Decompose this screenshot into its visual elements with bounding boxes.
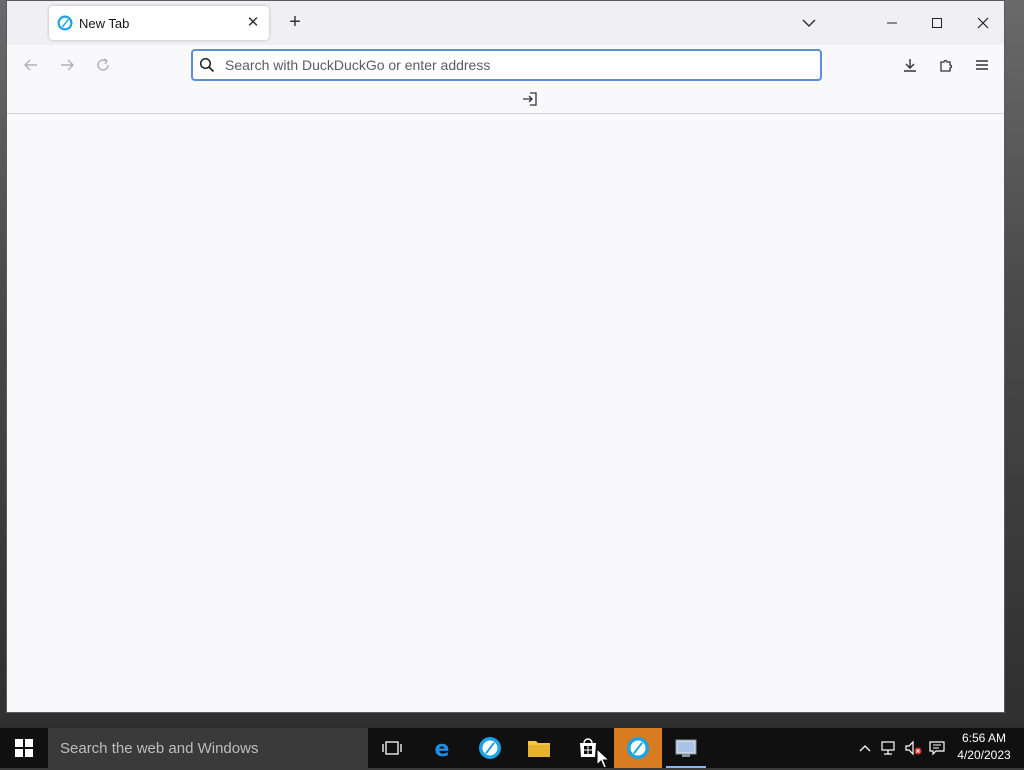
tab-list-button[interactable] <box>797 11 821 35</box>
tab-new-tab[interactable]: New Tab ✕ <box>49 6 269 40</box>
show-hidden-icons-button[interactable] <box>854 728 876 768</box>
clock-date: 4/20/2023 <box>957 748 1011 762</box>
taskbar-search-placeholder: Search the web and Windows <box>60 739 259 757</box>
action-center-button[interactable] <box>926 728 948 768</box>
taskbar: Search the web and Windows e 6:56 AM 4/2… <box>0 728 1024 768</box>
mouse-pointer-icon <box>596 748 610 769</box>
page-content <box>7 114 1004 712</box>
navigation-toolbar <box>7 45 1004 85</box>
volume-button[interactable] <box>902 728 924 768</box>
browser-active-icon <box>627 737 649 759</box>
maximize-button[interactable] <box>923 9 951 37</box>
puzzle-icon <box>940 59 953 72</box>
search-icon <box>199 57 215 73</box>
import-bookmarks-icon <box>523 92 537 106</box>
forward-button[interactable] <box>55 53 79 77</box>
reload-icon <box>97 58 109 71</box>
taskbar-search-box[interactable]: Search the web and Windows <box>48 728 368 768</box>
url-input[interactable] <box>223 56 820 74</box>
taskbar-clock[interactable]: 6:56 AM 4/20/2023 <box>952 730 1016 766</box>
extensions-button[interactable] <box>934 53 958 77</box>
network-button[interactable] <box>878 728 900 768</box>
close-icon <box>977 17 989 29</box>
arrow-left-icon <box>24 59 37 71</box>
edge-icon: e <box>435 737 450 760</box>
arrow-right-icon <box>61 59 74 71</box>
minimize-icon <box>887 22 897 24</box>
taskbar-edge[interactable]: e <box>418 728 466 768</box>
back-button[interactable] <box>19 53 43 77</box>
menu-button[interactable] <box>970 53 994 77</box>
file-explorer-icon <box>528 741 550 757</box>
minimize-button[interactable] <box>878 9 906 37</box>
tab-title: New Tab <box>79 15 130 31</box>
close-window-button[interactable] <box>969 9 997 37</box>
new-tab-button[interactable]: + <box>283 11 307 35</box>
browser-window: New Tab ✕ + <box>6 0 1005 713</box>
reload-button[interactable] <box>91 53 115 77</box>
download-icon <box>904 59 916 72</box>
import-bookmarks-button[interactable] <box>521 90 539 108</box>
hamburger-menu-icon <box>976 60 988 70</box>
volume-muted-icon <box>905 740 922 756</box>
close-tab-icon[interactable]: ✕ <box>245 15 261 31</box>
control-panel-icon <box>675 739 697 757</box>
browser-icon <box>479 737 501 759</box>
taskbar-browser[interactable] <box>466 728 514 768</box>
taskbar-control-panel[interactable] <box>662 728 710 768</box>
taskbar-browser-active[interactable] <box>614 728 662 768</box>
browser-logo-icon <box>57 15 73 31</box>
maximize-icon <box>932 18 942 28</box>
task-view-icon <box>382 741 402 755</box>
network-icon <box>881 741 895 755</box>
svg-text:e: e <box>435 737 450 760</box>
clock-time: 6:56 AM <box>961 731 1007 745</box>
windows-logo-icon <box>15 739 33 757</box>
tab-strip: New Tab ✕ + <box>7 1 1004 45</box>
downloads-button[interactable] <box>898 53 922 77</box>
notifications-icon <box>929 741 945 756</box>
chevron-down-icon <box>802 19 816 28</box>
taskbar-file-explorer[interactable] <box>515 728 563 768</box>
chevron-up-icon <box>859 745 871 752</box>
task-view-button[interactable] <box>368 728 416 768</box>
address-bar[interactable] <box>191 49 822 81</box>
bookmarks-toolbar <box>7 85 1004 114</box>
start-button[interactable] <box>0 728 48 768</box>
